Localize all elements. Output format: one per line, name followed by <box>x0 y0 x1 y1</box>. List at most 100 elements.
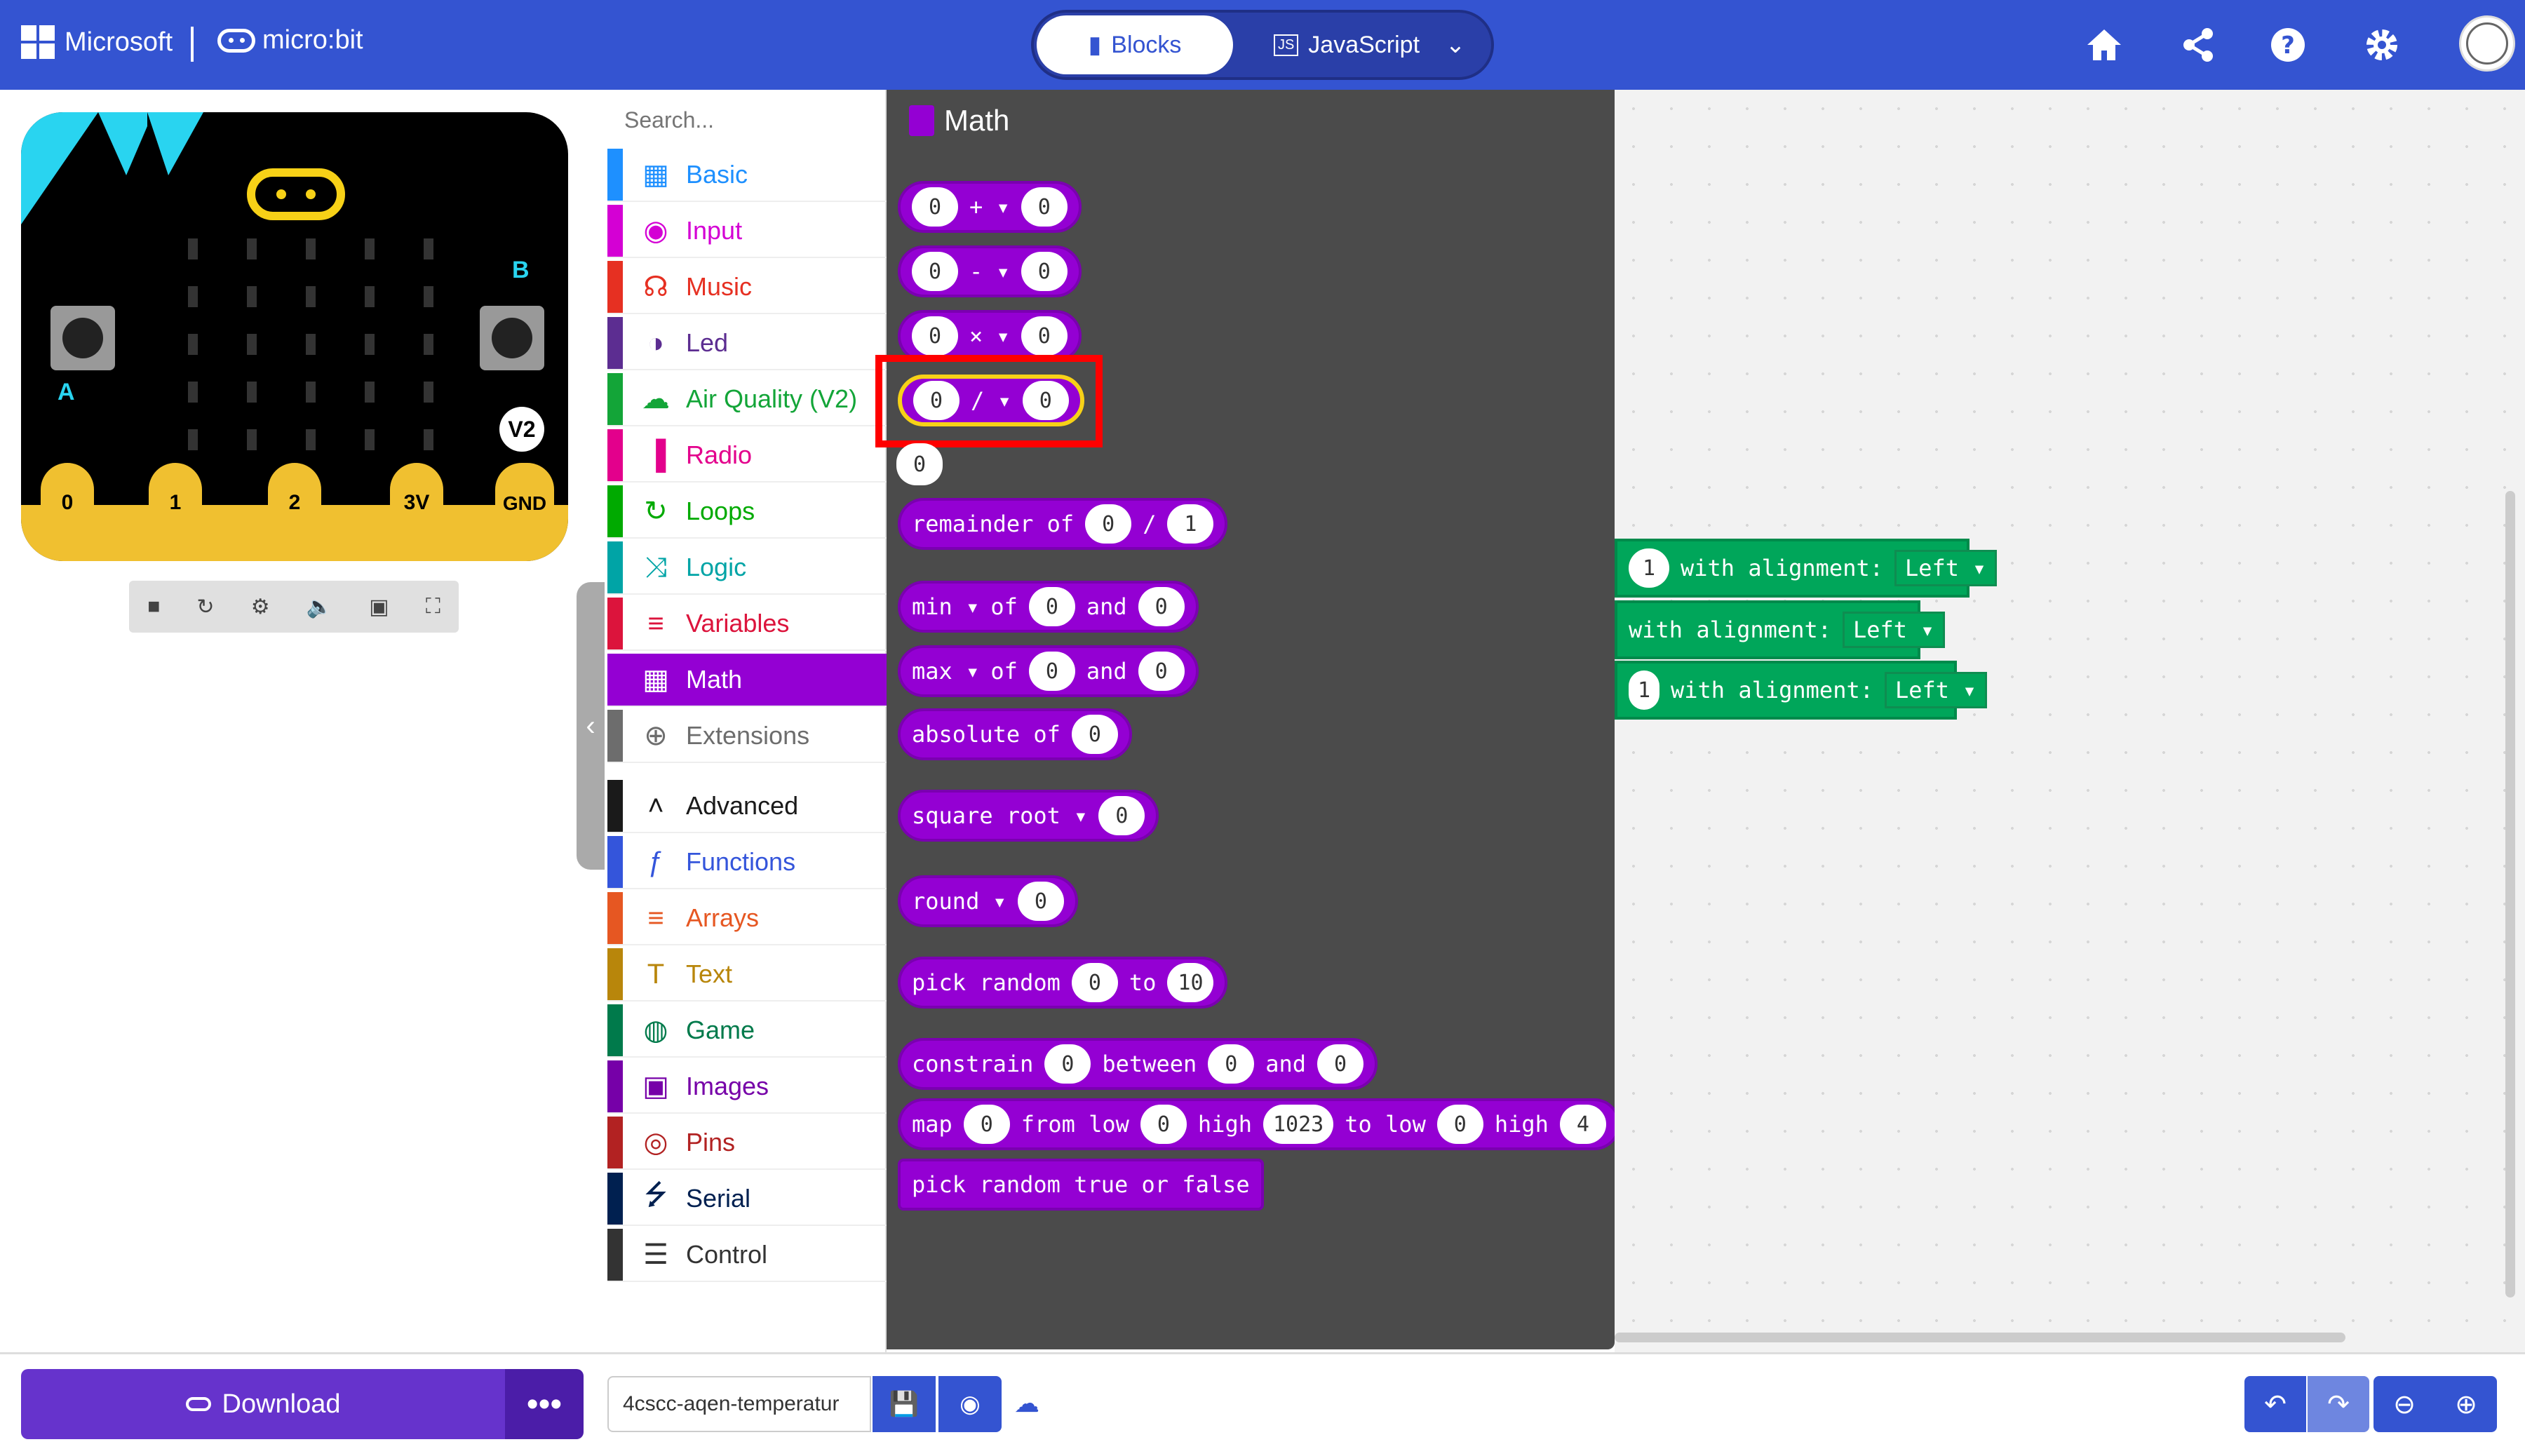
math-subtract-block[interactable]: 0 - ▾ 0 <box>898 245 1082 297</box>
operand-b[interactable]: 0 <box>1138 587 1185 626</box>
operand-c[interactable]: 0 <box>1317 1044 1364 1084</box>
pin-0[interactable]: 0 <box>41 463 94 519</box>
operand-a[interactable]: 0 <box>963 1105 1010 1144</box>
microbit-logo-touch[interactable] <box>247 168 345 220</box>
function-dropdown[interactable]: square root ▾ <box>912 802 1087 829</box>
value-input[interactable]: 1 <box>1629 548 1669 588</box>
tab-javascript[interactable]: JS JavaScript <box>1248 15 1445 74</box>
sound-icon[interactable]: 🔈 <box>307 595 332 619</box>
toolbox-category-music[interactable]: ☊ Music <box>607 261 887 314</box>
absolute-block[interactable]: absolute of 0 <box>898 708 1132 760</box>
alignment-dropdown[interactable]: Left ▾ <box>1842 612 1945 648</box>
max-block[interactable]: max ▾ of 0 and 0 <box>898 645 1199 697</box>
toolbox-category-air-quality-v2[interactable]: ☁ Air Quality (V2) <box>607 373 887 426</box>
operand-a[interactable]: 0 <box>1028 587 1075 626</box>
operand-a[interactable]: 0 <box>1028 652 1075 691</box>
operand-c[interactable]: 1023 <box>1262 1105 1334 1144</box>
toolbox-category-math[interactable]: ▦ Math <box>607 654 887 707</box>
pin-gnd[interactable]: GND <box>495 463 554 519</box>
button-a[interactable] <box>50 306 115 370</box>
function-dropdown[interactable]: max ▾ <box>912 658 979 685</box>
avatar[interactable] <box>2459 15 2515 72</box>
operand-a[interactable]: 0 <box>1098 796 1145 835</box>
operand-a[interactable]: 0 <box>912 252 958 291</box>
redo-button[interactable]: ↷ <box>2308 1376 2369 1432</box>
pin-3v[interactable]: 3V <box>390 463 443 519</box>
operator-dropdown[interactable]: - ▾ <box>969 258 1010 285</box>
operand-d[interactable]: 0 <box>1436 1105 1483 1144</box>
remainder-block[interactable]: remainder of 0 / 1 <box>898 498 1228 550</box>
toolbox-category-input[interactable]: ◉ Input <box>607 205 887 258</box>
toolbox-category-logic[interactable]: ⤨ Logic <box>607 541 887 595</box>
zoom-out-button[interactable]: ⊖ <box>2374 1376 2435 1432</box>
operand-b[interactable]: 0 <box>1138 652 1185 691</box>
toolbox-category-led[interactable]: ◑ Led <box>607 317 887 370</box>
operand-b[interactable]: 0 <box>1021 252 1068 291</box>
toolbox-category-advanced[interactable]: ˄ Advanced <box>607 780 887 833</box>
fullscreen-icon[interactable]: ⛶ <box>426 595 440 619</box>
operand-b[interactable]: 0 <box>1140 1105 1187 1144</box>
function-dropdown[interactable]: round ▾ <box>912 888 1006 915</box>
vertical-scrollbar[interactable] <box>2505 491 2515 1297</box>
operand-a[interactable]: 0 <box>1017 882 1064 921</box>
settings-button[interactable] <box>2361 24 2403 66</box>
operand-b[interactable]: 10 <box>1167 963 1214 1002</box>
math-add-block[interactable]: 0 + ▾ 0 <box>898 181 1082 233</box>
constrain-block[interactable]: constrain 0 between 0 and 0 <box>898 1038 1378 1090</box>
github-button[interactable]: ◉ <box>938 1376 1002 1432</box>
blocks-workspace[interactable] <box>1615 90 2525 1352</box>
undo-button[interactable]: ↶ <box>2244 1376 2306 1432</box>
alignment-dropdown[interactable]: Left ▾ <box>1884 672 1987 708</box>
round-block[interactable]: round ▾ 0 <box>898 875 1078 927</box>
cloud-sync-icon[interactable]: ☁ <box>1014 1389 1039 1418</box>
help-button[interactable]: ? <box>2267 24 2309 66</box>
button-b[interactable] <box>480 306 544 370</box>
workspace-block-1[interactable]: 1 with alignment: Left ▾ <box>1615 539 1997 598</box>
share-button[interactable] <box>2177 24 2219 66</box>
microbit-logo[interactable]: micro:bit <box>217 25 363 55</box>
toolbox-category-loops[interactable]: ↻ Loops <box>607 485 887 539</box>
math-number-block[interactable]: 0 <box>896 443 943 485</box>
operand-b[interactable]: 0 <box>1021 187 1068 227</box>
workspace-block-3[interactable]: 1 with alignment: Left ▾ <box>1615 661 1987 720</box>
download-button[interactable]: Download <box>21 1369 505 1439</box>
operand-a[interactable]: 0 <box>1071 715 1118 754</box>
function-dropdown[interactable]: min ▾ <box>912 593 979 620</box>
min-block[interactable]: min ▾ of 0 and 0 <box>898 581 1199 633</box>
alignment-dropdown[interactable]: Left ▾ <box>1894 550 1997 586</box>
toolbox-category-images[interactable]: ▣ Images <box>607 1060 887 1114</box>
operand-b[interactable]: 0 <box>1208 1044 1255 1084</box>
toolbox-category-control[interactable]: ☰ Control <box>607 1229 887 1282</box>
operator-dropdown[interactable]: + ▾ <box>969 194 1010 220</box>
operand-e[interactable]: 4 <box>1559 1105 1606 1144</box>
home-button[interactable] <box>2083 24 2125 66</box>
square-root-block[interactable]: square root ▾ 0 <box>898 790 1159 842</box>
operand-a[interactable]: 0 <box>912 316 958 356</box>
operand-b[interactable]: 1 <box>1167 504 1214 544</box>
pin-2[interactable]: 2 <box>268 463 321 519</box>
toolbox-search[interactable]: ⚲ <box>607 95 937 144</box>
pin-1[interactable]: 1 <box>149 463 202 519</box>
pick-random-bool-block[interactable]: pick random true or false <box>898 1159 1264 1211</box>
operand-a[interactable]: 0 <box>1085 504 1132 544</box>
operator-dropdown[interactable]: × ▾ <box>969 323 1010 349</box>
more-options-button[interactable]: ••• <box>505 1369 584 1439</box>
pick-random-block[interactable]: pick random 0 to 10 <box>898 957 1228 1009</box>
workspace-block-2[interactable]: with alignment: Left ▾ <box>1615 600 1945 659</box>
collapse-simulator-handle[interactable]: ‹ <box>577 582 605 870</box>
operand-b[interactable]: 0 <box>1021 316 1068 356</box>
toolbox-category-serial[interactable]: ⭍ Serial <box>607 1173 887 1226</box>
toolbox-category-arrays[interactable]: ≡ Arrays <box>607 892 887 945</box>
screenshot-camera-icon[interactable]: ▣ <box>369 595 389 619</box>
toolbox-category-functions[interactable]: ƒ Functions <box>607 836 887 889</box>
toolbox-category-variables[interactable]: ≡ Variables <box>607 598 887 651</box>
operand-a[interactable]: 0 <box>1071 963 1118 1002</box>
toolbox-category-game[interactable]: ◍ Game <box>607 1004 887 1058</box>
stop-icon[interactable]: ■ <box>147 595 160 619</box>
zoom-in-button[interactable]: ⊕ <box>2435 1376 2497 1432</box>
restart-icon[interactable]: ↻ <box>196 595 214 619</box>
toolbox-category-radio[interactable]: ▐ Radio <box>607 429 887 483</box>
math-multiply-block[interactable]: 0 × ▾ 0 <box>898 310 1082 362</box>
search-input[interactable] <box>624 107 919 133</box>
save-button[interactable]: 💾 <box>873 1376 936 1432</box>
